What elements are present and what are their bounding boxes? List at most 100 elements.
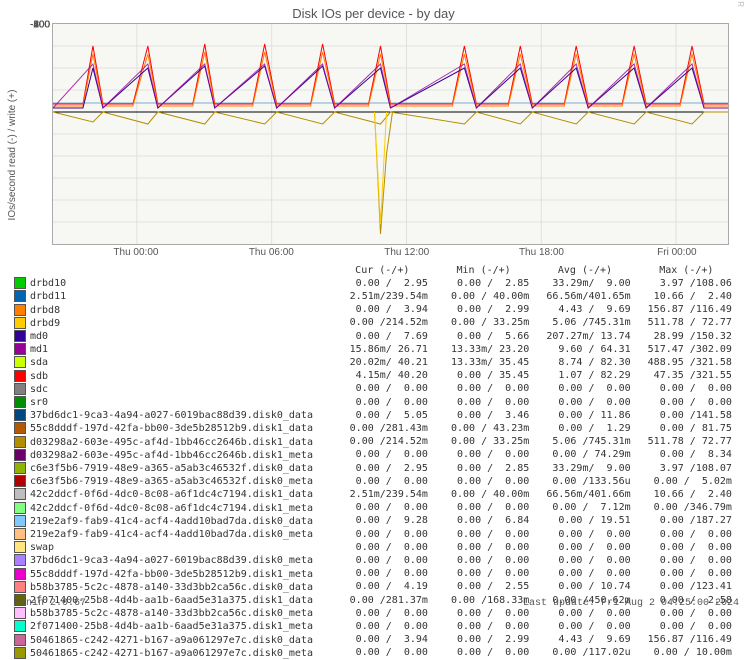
series-name: c6e3f5b6-7919-48e9-a365-a5ab3c46532f.dis…: [30, 476, 313, 487]
series-name: 50461865-c242-4271-b167-a9a061297e7c.dis…: [30, 635, 313, 646]
series-name: sdb: [30, 371, 48, 382]
cur-val: 0.00 / 0.00: [332, 449, 433, 462]
avg-val: 66.56m/401.66m: [534, 488, 635, 501]
legend-row: 37bd6dc1-9ca3-4a94-a027-6019bac88d39.dis…: [14, 409, 737, 422]
max-val: 0.00 / 0.00: [636, 620, 737, 633]
legend-row: md1 15.86m/ 26.71 13.33m/ 23.20 9.60 / 6…: [14, 343, 737, 356]
legend-row: sdc 0.00 / 0.00 0.00 / 0.00 0.00 / 0.00 …: [14, 383, 737, 396]
max-val: 0.00 / 8.34: [636, 449, 737, 462]
max-val: 0.00 / 0.00: [636, 383, 737, 396]
series-name: sdc: [30, 384, 48, 395]
legend-row: 42c2ddcf-0f6d-4dc0-8c08-a6f1dc4c7194.dis…: [14, 488, 737, 501]
swatch-icon: [14, 634, 26, 646]
legend-row: d03298a2-603e-495c-af4d-1bb46cc2646b.dis…: [14, 449, 737, 462]
swatch-icon: [14, 277, 26, 289]
cur-val: 0.00 / 0.00: [332, 528, 433, 541]
series-name: swap: [30, 542, 54, 553]
swatch-icon: [14, 568, 26, 580]
series-name: 55c8dddf-197d-42fa-bb00-3de5b28512b9.dis…: [30, 569, 313, 580]
cur-val: 0.00 / 0.00: [332, 554, 433, 567]
min-val: 0.00 / 40.00m: [433, 290, 534, 303]
series-name: md0: [30, 331, 48, 342]
cur-val: 20.02m/ 40.21: [332, 356, 433, 369]
legend-row: drbd9 0.00 /214.52m 0.00 / 33.25m 5.06 /…: [14, 317, 737, 330]
max-val: 10.66 / 2.40: [636, 488, 737, 501]
series-name: c6e3f5b6-7919-48e9-a365-a5ab3c46532f.dis…: [30, 463, 313, 474]
max-val: 0.00 /187.27: [636, 515, 737, 528]
legend-row: d03298a2-603e-495c-af4d-1bb46cc2646b.dis…: [14, 436, 737, 449]
legend-row: 219e2af9-fab9-41c4-acf4-4add10bad7da.dis…: [14, 515, 737, 528]
cur-val: 0.00 /281.43m: [332, 422, 433, 435]
swatch-icon: [14, 436, 26, 448]
avg-val: 0.00 / 0.00: [534, 568, 635, 581]
series-name: 37bd6dc1-9ca3-4a94-a027-6019bac88d39.dis…: [30, 410, 313, 421]
min-val: 0.00 / 6.84: [433, 515, 534, 528]
min-val: 0.00 / 2.99: [433, 634, 534, 647]
avg-val: 0.00 / 1.29: [534, 422, 635, 435]
max-val: 517.47 /302.09: [636, 343, 737, 356]
avg-val: 0.00 / 0.00: [534, 383, 635, 396]
legend-row: c6e3f5b6-7919-48e9-a365-a5ab3c46532f.dis…: [14, 475, 737, 488]
avg-val: 8.74 / 82.30: [534, 356, 635, 369]
cur-val: 0.00 / 2.95: [332, 462, 433, 475]
legend-row: sr0 0.00 / 0.00 0.00 / 0.00 0.00 / 0.00 …: [14, 396, 737, 409]
min-val: 0.00 / 0.00: [433, 554, 534, 567]
avg-val: 4.43 / 9.69: [534, 304, 635, 317]
min-val: 0.00 / 43.23m: [433, 422, 534, 435]
legend-row: drbd11 2.51m/239.54m 0.00 / 40.00m 66.56…: [14, 290, 737, 303]
series-name: d03298a2-603e-495c-af4d-1bb46cc2646b.dis…: [30, 437, 313, 448]
series-name: 55c8dddf-197d-42fa-bb00-3de5b28512b9.dis…: [30, 423, 313, 434]
max-val: 156.87 /116.49: [636, 304, 737, 317]
max-val: 0.00 / 10.00m: [636, 647, 737, 660]
cur-val: 2.51m/239.54m: [332, 290, 433, 303]
legend-row: sda 20.02m/ 40.21 13.33m/ 35.45 8.74 / 8…: [14, 356, 737, 369]
min-val: 0.00 / 2.99: [433, 304, 534, 317]
min-val: 0.00 / 0.00: [433, 383, 534, 396]
series-name: b58b3785-5c2c-4878-a140-33d3bb2ca56c.dis…: [30, 582, 313, 593]
series-name: sr0: [30, 397, 48, 408]
min-val: 0.00 / 3.46: [433, 409, 534, 422]
avg-val: 33.29m/ 9.00: [534, 462, 635, 475]
swatch-icon: [14, 462, 26, 474]
cur-val: 0.00 / 0.00: [332, 475, 433, 488]
cur-val: 15.86m/ 26.71: [332, 343, 433, 356]
legend-row: c6e3f5b6-7919-48e9-a365-a5ab3c46532f.dis…: [14, 462, 737, 475]
min-val: 0.00 / 0.00: [433, 620, 534, 633]
swatch-icon: [14, 581, 26, 593]
chart-plot-area: [52, 23, 729, 245]
legend-row: 2f071400-25b8-4d4b-aa1b-6aad5e31a375.dis…: [14, 620, 737, 633]
avg-val: 5.06 /745.31m: [534, 317, 635, 330]
avg-val: 0.00 / 11.86: [534, 409, 635, 422]
series-name: drbd10: [30, 278, 66, 289]
min-val: 0.00 / 0.00: [433, 396, 534, 409]
avg-val: 9.60 / 64.31: [534, 343, 635, 356]
cur-val: 0.00 / 3.94: [332, 304, 433, 317]
max-val: 3.97 /108.06: [636, 277, 737, 290]
min-val: 0.00 / 0.00: [433, 502, 534, 515]
cur-val: 0.00 / 0.00: [332, 620, 433, 633]
legend-row: b58b3785-5c2c-4878-a140-33d3bb2ca56c.dis…: [14, 581, 737, 594]
swatch-icon: [14, 370, 26, 382]
avg-val: 33.29m/ 9.00: [534, 277, 635, 290]
min-val: 0.00 / 0.00: [433, 647, 534, 660]
cur-val: 0.00 / 0.00: [332, 396, 433, 409]
max-val: 511.78 / 72.77: [636, 317, 737, 330]
swatch-icon: [14, 330, 26, 342]
series-name: 42c2ddcf-0f6d-4dc0-8c08-a6f1dc4c7194.dis…: [30, 489, 313, 500]
min-val: 0.00 / 2.55: [433, 581, 534, 594]
cur-val: 0.00 / 3.94: [332, 634, 433, 647]
avg-val: 1.07 / 82.29: [534, 370, 635, 383]
cur-val: 0.00 / 0.00: [332, 607, 433, 620]
avg-val: 5.06 /745.31m: [534, 436, 635, 449]
avg-val: 0.00 / 19.51: [534, 515, 635, 528]
legend-row: 50461865-c242-4271-b167-a9a061297e7c.dis…: [14, 634, 737, 647]
series-name: md1: [30, 344, 48, 355]
avg-val: 0.00 / 0.00: [534, 541, 635, 554]
legend-row: md0 0.00 / 7.69 0.00 / 5.66 207.27m/ 13.…: [14, 330, 737, 343]
min-val: 0.00 / 35.45: [433, 370, 534, 383]
max-val: 0.00 /141.58: [636, 409, 737, 422]
cur-val: 4.15m/ 40.20: [332, 370, 433, 383]
swatch-icon: [14, 488, 26, 500]
min-val: 13.33m/ 23.20: [433, 343, 534, 356]
series-name: 37bd6dc1-9ca3-4a94-a027-6019bac88d39.dis…: [30, 555, 313, 566]
